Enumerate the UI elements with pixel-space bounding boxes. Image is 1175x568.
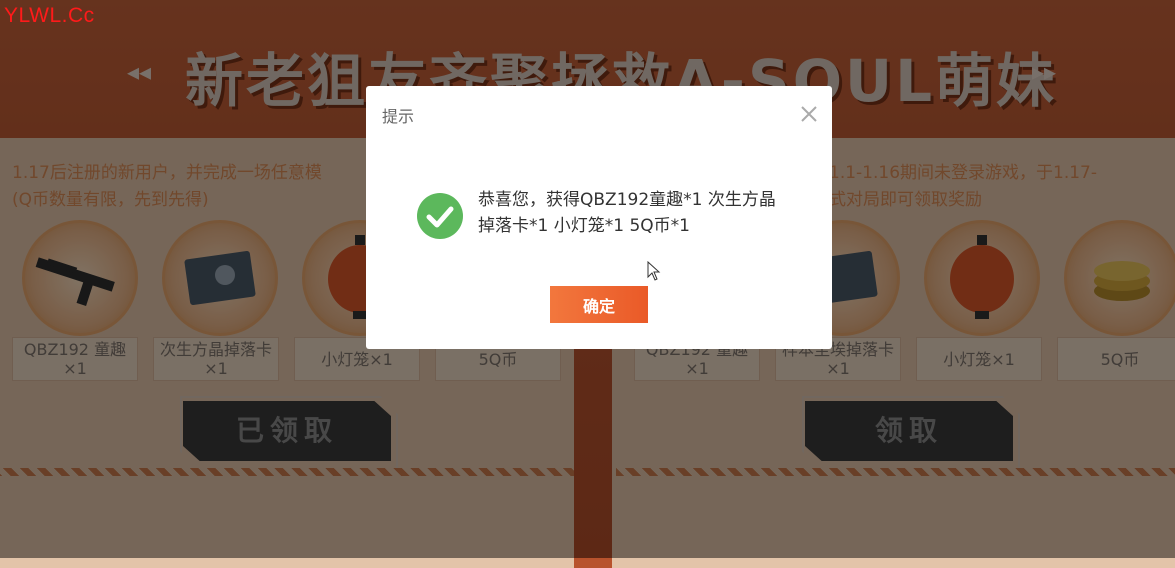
success-check-icon (417, 193, 463, 239)
background: YLWL.Cc ◂◂ 新老狙友齐聚拯救A-SOUL萌妹 ▸▸ 1.17后注册的新… (0, 0, 1175, 568)
dialog-title: 提示 (382, 107, 415, 126)
prompt-dialog: 提示 恭喜您，获得QBZ192童趣*1 次生方晶掉落卡*1 小灯笼*1 5Q币*… (366, 86, 832, 349)
mouse-cursor-icon (647, 260, 661, 281)
confirm-button[interactable]: 确定 (550, 286, 648, 323)
dialog-message: 恭喜您，获得QBZ192童趣*1 次生方晶掉落卡*1 小灯笼*1 5Q币*1 (478, 190, 776, 236)
close-icon[interactable] (799, 104, 819, 124)
watermark: YLWL.Cc (4, 4, 95, 27)
